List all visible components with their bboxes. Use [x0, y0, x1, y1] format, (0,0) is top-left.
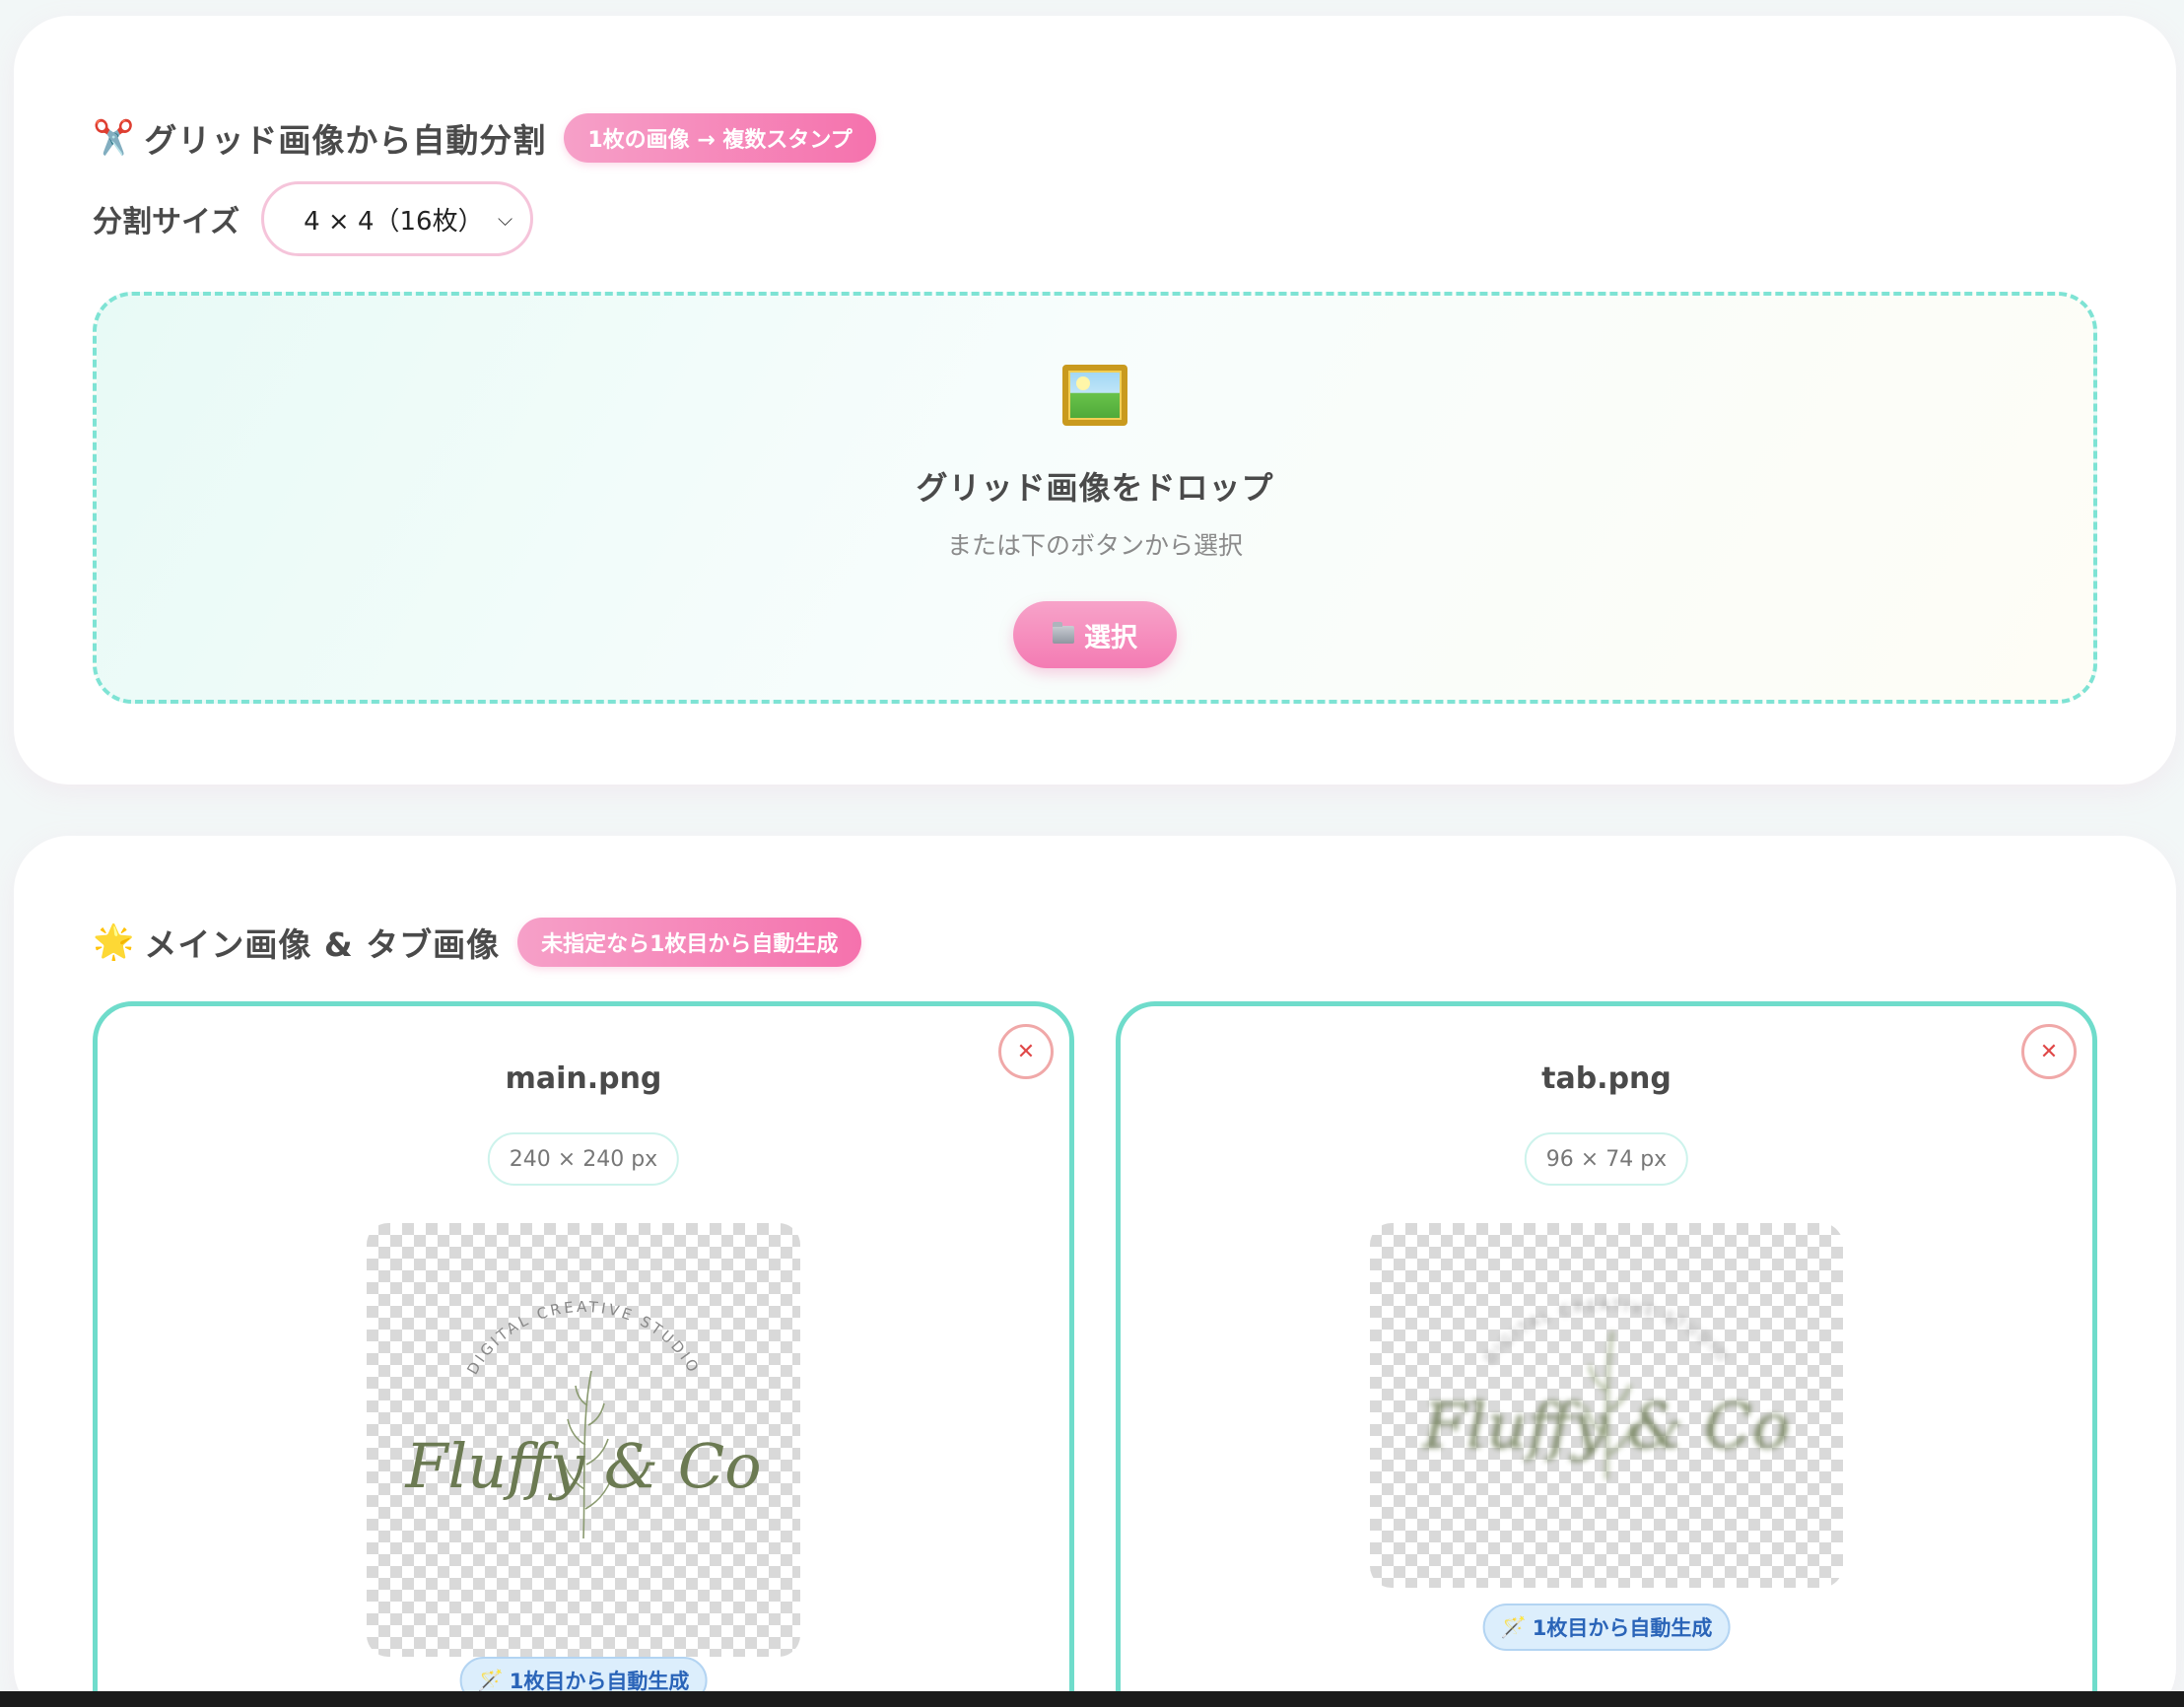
- tab-auto-generate-badge: 🪄 1枚目から自動生成: [1482, 1604, 1731, 1651]
- split-size-value: 4 × 4（16枚）: [304, 206, 484, 237]
- tab-auto-label: 1枚目から自動生成: [1532, 1616, 1713, 1640]
- main-image-card: ✕ main.png 240 × 240 px DIGITAL CREATIVE…: [93, 1001, 1074, 1707]
- tab-image-preview: DIGITAL CREATIVE STUDIO Fluffy & Co: [1370, 1223, 1843, 1588]
- select-file-button[interactable]: 選択: [1013, 601, 1177, 668]
- framed-picture-icon: [1062, 365, 1127, 426]
- dropzone-title: グリッド画像をドロップ: [916, 469, 1274, 507]
- main-dimensions-badge: 240 × 240 px: [487, 1132, 680, 1186]
- folder-icon: [1053, 622, 1074, 644]
- main-file-name: main.png: [505, 1061, 662, 1096]
- dropzone-subtitle: または下のボタンから選択: [946, 531, 1243, 560]
- main-image-preview: DIGITAL CREATIVE STUDIO Fluffy & Co: [367, 1223, 800, 1657]
- main-tab-title: メイン画像 & タブ画像: [144, 925, 501, 964]
- scissors-icon: ✂️: [93, 118, 135, 158]
- svg-text:DIGITAL CREATIVE STUDIO: DIGITAL CREATIVE STUDIO: [463, 1298, 703, 1378]
- grid-split-panel: ✂️ グリッド画像から自動分割 1枚の画像 → 複数スタンプ 分割サイズ 4 ×…: [14, 16, 2176, 785]
- magic-wand-icon: 🪄: [1500, 1614, 1527, 1639]
- svg-text:Fluffy & Co: Fluffy & Co: [1422, 1391, 1791, 1464]
- chevron-down-icon: ⌵: [497, 207, 513, 231]
- main-logo-image: DIGITAL CREATIVE STUDIO Fluffy & Co: [404, 1298, 762, 1539]
- grid-image-dropzone[interactable]: グリッド画像をドロップ または下のボタンから選択 選択: [93, 292, 2097, 704]
- tab-dimensions-badge: 96 × 74 px: [1524, 1132, 1689, 1186]
- tab-file-name: tab.png: [1541, 1061, 1672, 1096]
- grid-split-header: ✂️ グリッド画像から自動分割 1枚の画像 → 複数スタンプ: [93, 108, 876, 168]
- svg-text:DIGITAL CREATIVE STUDIO: DIGITAL CREATIVE STUDIO: [1480, 1296, 1732, 1367]
- svg-text:Fluffy & Co: Fluffy & Co: [404, 1430, 761, 1502]
- main-tab-image-panel: 🌟 メイン画像 & タブ画像 未指定なら1枚目から自動生成 ✕ main.png…: [14, 836, 2176, 1707]
- star-icon: 🌟: [93, 922, 135, 962]
- tab-logo-image: DIGITAL CREATIVE STUDIO Fluffy & Co: [1422, 1296, 1791, 1480]
- tab-image-card: ✕ tab.png 96 × 74 px DIGITAL CREATIVE ST…: [1116, 1001, 2097, 1707]
- split-size-row: 分割サイズ 4 × 4（16枚） ⌵: [93, 181, 534, 256]
- split-size-label: 分割サイズ: [93, 205, 240, 239]
- bottom-edge-bar: [0, 1691, 2184, 1707]
- main-tab-badge: 未指定なら1枚目から自動生成: [517, 918, 862, 967]
- grid-split-badge: 1枚の画像 → 複数スタンプ: [564, 113, 876, 163]
- magic-wand-icon: 🪄: [477, 1668, 504, 1692]
- grid-split-title: グリッド画像から自動分割: [144, 121, 547, 160]
- select-button-label: 選択: [1084, 622, 1137, 653]
- main-tab-header: 🌟 メイン画像 & タブ画像 未指定なら1枚目から自動生成: [93, 913, 862, 972]
- split-size-select[interactable]: 4 × 4（16枚） ⌵: [261, 181, 534, 256]
